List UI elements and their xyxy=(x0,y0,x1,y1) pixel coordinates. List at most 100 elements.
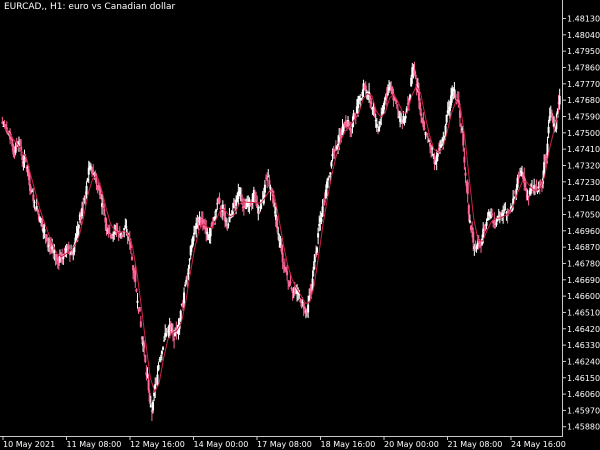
price-tick-label: 1.48040 xyxy=(567,31,600,40)
candle-body xyxy=(454,93,457,99)
candle-body xyxy=(303,306,306,310)
price-tick-label: 1.46960 xyxy=(567,227,600,236)
candle-body xyxy=(139,321,142,327)
price-tick-label: 1.47950 xyxy=(567,47,600,56)
price-tick-label: 1.45970 xyxy=(567,406,600,415)
price-tick-label: 1.46870 xyxy=(567,243,600,252)
time-tick-label: 17 May 08:00 xyxy=(257,440,312,449)
candle-body xyxy=(134,270,137,283)
candle-body xyxy=(396,109,399,111)
candle-body xyxy=(82,204,85,206)
candle-body xyxy=(183,292,186,304)
candle-body xyxy=(316,247,319,253)
candle-body xyxy=(527,195,530,198)
candle-body xyxy=(187,268,190,275)
candle-body xyxy=(547,126,550,134)
price-tick-label: 1.46600 xyxy=(567,292,600,301)
price-tick-label: 1.47590 xyxy=(567,112,600,121)
price-tick-label: 1.48130 xyxy=(567,15,600,24)
candle-body xyxy=(370,101,373,105)
candle-body xyxy=(163,340,166,342)
candle-body xyxy=(289,281,292,284)
candle-body xyxy=(404,115,407,119)
candle-body xyxy=(263,184,266,193)
candle-body xyxy=(466,181,469,195)
price-tick-label: 1.47860 xyxy=(567,64,600,73)
candle-body xyxy=(147,379,150,391)
candle-body xyxy=(360,98,363,101)
candle-body xyxy=(463,156,466,163)
candle-body xyxy=(491,213,494,216)
candle-body xyxy=(484,228,487,231)
candle-body xyxy=(504,209,507,211)
candle-body xyxy=(85,185,88,195)
time-tick-label: 12 May 16:00 xyxy=(130,440,185,449)
candle-body xyxy=(276,218,279,229)
price-chart[interactable]: 1.48130 1.48040 1.47950 1.47860 1.47770 1.476… xyxy=(0,0,600,450)
candle-body xyxy=(498,218,501,220)
candle-body xyxy=(485,222,488,226)
candles-layer xyxy=(1,61,561,422)
candle-body xyxy=(135,289,138,292)
time-tick-label: 20 May 00:00 xyxy=(384,440,439,449)
price-tick-label: 1.47230 xyxy=(567,178,600,187)
candle-body xyxy=(464,172,467,176)
candle-body xyxy=(468,220,471,223)
candle-body xyxy=(209,228,212,237)
price-tick-label: 1.46060 xyxy=(567,390,600,399)
chart-window[interactable]: 1.48130 1.48040 1.47950 1.47860 1.47770 1.476… xyxy=(0,0,600,450)
candle-body xyxy=(184,284,187,287)
candle-body xyxy=(227,224,230,226)
candle-body xyxy=(535,186,538,189)
candle-body xyxy=(77,225,80,229)
candle-body xyxy=(317,233,320,238)
candle-body xyxy=(157,364,160,370)
candle-body xyxy=(130,256,133,260)
price-tick-label: 1.47770 xyxy=(567,80,600,89)
candle-body xyxy=(495,222,498,225)
candle-body xyxy=(558,96,561,105)
candle-body xyxy=(515,190,518,192)
candle-body xyxy=(386,93,389,95)
price-tick-label: 1.46330 xyxy=(567,341,600,350)
candle-body xyxy=(143,343,146,349)
candle-body xyxy=(375,123,378,128)
price-tick-label: 1.47320 xyxy=(567,161,600,170)
candle-body xyxy=(461,128,464,130)
candle-body xyxy=(286,271,289,276)
candle-body xyxy=(95,179,98,185)
candle-body xyxy=(320,218,323,222)
price-tick-label: 1.47050 xyxy=(567,210,600,219)
candle-body xyxy=(67,245,70,250)
time-tick-label: 14 May 00:00 xyxy=(194,440,249,449)
moving-average-layer xyxy=(3,85,559,394)
candle-body xyxy=(152,401,155,411)
price-tick-label: 1.46510 xyxy=(567,308,600,317)
candle-body xyxy=(188,259,191,261)
candle-body xyxy=(524,179,527,187)
candle-body xyxy=(460,124,463,126)
candle-body xyxy=(161,347,164,350)
candle-body xyxy=(179,310,182,321)
time-tick-label: 11 May 08:00 xyxy=(67,440,122,449)
price-tick-label: 1.46150 xyxy=(567,374,600,383)
symbol-label: EURCAD,, H1: euro vs Canadian dollar xyxy=(4,2,176,12)
time-tick-label: 21 May 08:00 xyxy=(448,440,503,449)
price-tick-label: 1.47410 xyxy=(567,145,600,154)
moving-average-line xyxy=(3,85,559,394)
candle-body xyxy=(173,338,176,340)
candle-body xyxy=(136,300,139,303)
candle-body xyxy=(160,351,163,355)
price-tick-label: 1.47140 xyxy=(567,194,600,203)
candle-body xyxy=(125,226,128,228)
time-scale: 10 May 2021 11 May 08:00 12 May 16:00 14 Ma… xyxy=(2,436,566,449)
price-tick-label: 1.46780 xyxy=(567,259,600,268)
time-tick-label: 10 May 2021 xyxy=(3,440,55,449)
candle-body xyxy=(156,374,159,386)
candle-body xyxy=(218,198,221,204)
candle-body xyxy=(281,252,284,263)
candle-body xyxy=(426,136,429,138)
price-tick-label: 1.46420 xyxy=(567,325,600,334)
candle-body xyxy=(144,354,147,363)
candle-body xyxy=(431,148,434,150)
